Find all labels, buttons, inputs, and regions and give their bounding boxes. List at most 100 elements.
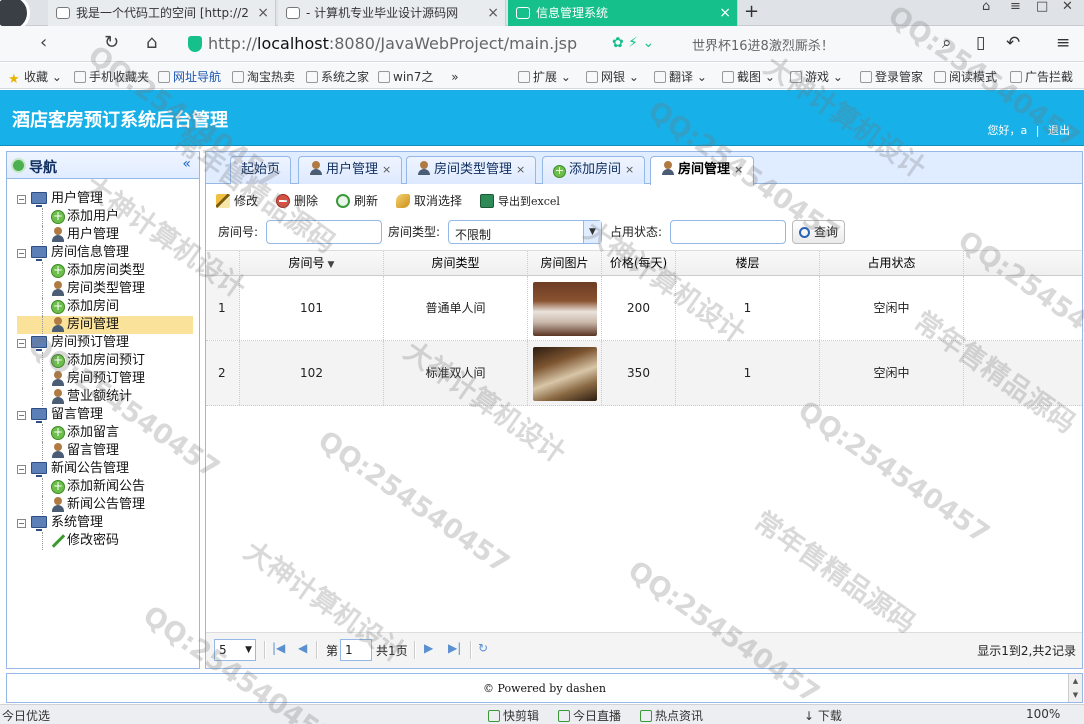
sidebar-item[interactable]: 留言管理 [17, 442, 193, 460]
collapse-toggle-icon[interactable]: − [17, 195, 26, 204]
first-page-icon[interactable]: |◀ [272, 641, 285, 655]
sidebar-item[interactable]: 房间管理 [17, 316, 193, 334]
collapse-toggle-icon[interactable]: − [17, 249, 26, 258]
sidebar-item[interactable]: 修改密码 [17, 532, 193, 550]
search-suggestion[interactable]: 世界杯16进8激烈厮杀！ [692, 35, 834, 54]
page-size-select[interactable]: 5 ▼ [214, 639, 256, 661]
last-page-icon[interactable]: ▶| [448, 641, 461, 655]
query-button[interactable]: 查询 [792, 220, 846, 244]
url-field[interactable]: http://localhost:8080/JavaWebProject/mai… [180, 31, 600, 57]
speed-mode-icon[interactable]: ✿ ⚡ ⌄ [612, 35, 654, 51]
close-tab-icon[interactable]: × [734, 163, 743, 176]
column-header-room-no[interactable]: 房间号 ▼ [240, 251, 384, 276]
nav-group[interactable]: − 房间预订管理 [17, 334, 193, 352]
status-input[interactable] [670, 220, 786, 244]
nav-group[interactable]: − 留言管理 [17, 406, 193, 424]
tool-login[interactable]: 登录管家 [860, 68, 923, 85]
sidebar-item[interactable]: + 添加用户 [17, 208, 193, 226]
sidebar-item[interactable]: 房间预订管理 [17, 370, 193, 388]
status-quick-edit[interactable]: 快剪辑 [488, 707, 539, 724]
tool-bank[interactable]: 网银 ⌄ [586, 68, 639, 85]
browser-tab-2[interactable]: - 计算机专业毕业设计源码网 × [278, 0, 506, 26]
close-window-icon[interactable]: ✕ [1062, 0, 1073, 14]
menu-icon[interactable]: ≡ [1056, 32, 1070, 54]
browser-tab-active[interactable]: 信息管理系统 × [508, 0, 738, 26]
status-live[interactable]: 今日直播 [558, 707, 621, 724]
browser-tab-1[interactable]: 我是一个代码工的空间 [http://2 × [48, 0, 276, 26]
bookmark-win7[interactable]: win7之 » [378, 68, 459, 85]
collapse-icon[interactable]: « [182, 156, 191, 172]
nav-group[interactable]: − 新闻公告管理 [17, 460, 193, 478]
footer-scrollbar[interactable]: ▲ ▼ [1068, 674, 1082, 702]
sidebar-item[interactable]: 房间类型管理 [17, 280, 193, 298]
close-tab-icon[interactable]: × [625, 163, 634, 176]
room-type-select[interactable]: 不限制 ▼ [448, 220, 602, 244]
prev-page-icon[interactable]: ◀ [298, 641, 307, 655]
column-header-floor[interactable]: 楼层 [676, 251, 820, 276]
collapse-toggle-icon[interactable]: − [17, 519, 26, 528]
tool-screenshot[interactable]: 截图 ⌄ [722, 68, 775, 85]
sidebar-item[interactable]: + 添加留言 [17, 424, 193, 442]
nav-group[interactable]: − 房间信息管理 [17, 244, 193, 262]
nav-group[interactable]: − 系统管理 [17, 514, 193, 532]
sidebar-item[interactable]: + 添加房间 [17, 298, 193, 316]
column-header-status[interactable]: 占用状态 [820, 251, 964, 276]
tab-room-type-manage[interactable]: 房间类型管理 × [406, 156, 537, 184]
next-page-icon[interactable]: ▶ [424, 641, 433, 655]
sidebar-item[interactable]: + 添加房间预订 [17, 352, 193, 370]
maximize-icon[interactable]: □ [1036, 0, 1048, 14]
skin-icon[interactable]: ⌂ [982, 0, 990, 14]
bookmark-system[interactable]: 系统之家 [306, 68, 369, 85]
tool-adblock[interactable]: 广告拦截 [1010, 68, 1073, 85]
collapse-toggle-icon[interactable]: − [17, 465, 26, 474]
close-tab-icon[interactable]: × [516, 163, 525, 176]
room-no-input[interactable] [266, 220, 382, 244]
sidebar-item[interactable]: 新闻公告管理 [17, 496, 193, 514]
undo-icon[interactable]: ↶ [1006, 32, 1020, 54]
tool-reader[interactable]: 阅读模式 [934, 68, 997, 85]
close-tab-icon[interactable]: × [382, 163, 391, 176]
table-row[interactable]: 2 102 标准双人间 350 1 空闲中 [206, 341, 1082, 406]
new-tab-button[interactable]: + [744, 0, 759, 24]
bookmark-favorites[interactable]: ★ 收藏 ⌄ [8, 68, 62, 87]
sidebar-item[interactable]: + 添加新闻公告 [17, 478, 193, 496]
status-news[interactable]: 热点资讯 [640, 707, 703, 724]
sidebar-item[interactable]: 营业额统计 [17, 388, 193, 406]
edit-button[interactable]: 修改 [216, 190, 258, 212]
tool-games[interactable]: 游戏 ⌄ [790, 68, 843, 85]
refresh-icon[interactable]: ↻ [478, 641, 488, 655]
sidebar-item[interactable]: + 添加房间类型 [17, 262, 193, 280]
status-zoom[interactable]: 100% [1026, 707, 1060, 721]
search-icon[interactable]: ⌕ [942, 32, 952, 54]
tab-home[interactable]: 起始页 [230, 156, 292, 184]
nav-group[interactable]: − 用户管理 [17, 190, 193, 208]
tab-user-manage[interactable]: 用户管理 × [298, 156, 403, 184]
bookmark-mobile[interactable]: 手机收藏夹 [74, 68, 149, 85]
bookmark-nav[interactable]: 网址导航 [158, 68, 221, 85]
close-tab-icon[interactable]: × [257, 0, 269, 26]
status-download[interactable]: ↓ 下载 [804, 707, 842, 724]
device-icon[interactable]: ▯ [976, 32, 985, 54]
tab-room-manage[interactable]: 房间管理 × [650, 156, 755, 185]
bookmark-taobao[interactable]: 淘宝热卖 [232, 68, 295, 85]
collapse-toggle-icon[interactable]: − [17, 339, 26, 348]
delete-button[interactable]: 删除 [276, 190, 318, 212]
column-header-price[interactable]: 价格(每天) [602, 251, 676, 276]
close-tab-icon[interactable]: × [719, 0, 731, 26]
table-row[interactable]: 1 101 普通单人间 200 1 空闲中 [206, 276, 1082, 341]
close-tab-icon[interactable]: × [487, 0, 499, 26]
tool-extensions[interactable]: 扩展 ⌄ [518, 68, 571, 85]
unselect-button[interactable]: 取消选择 [396, 190, 462, 212]
logout-link[interactable]: 退出 [1048, 124, 1070, 137]
home-icon[interactable]: ⌂ [146, 32, 157, 54]
refresh-button[interactable]: 刷新 [336, 190, 378, 212]
column-header-room-image[interactable]: 房间图片 [528, 251, 602, 276]
tool-translate[interactable]: 翻译 ⌄ [654, 68, 707, 85]
collapse-toggle-icon[interactable]: − [17, 411, 26, 420]
sidebar-item[interactable]: 用户管理 [17, 226, 193, 244]
column-header-room-type[interactable]: 房间类型 [384, 251, 528, 276]
status-promo[interactable]: 今日优选 [2, 707, 50, 724]
tab-add-room[interactable]: + 添加房间 × [542, 156, 646, 184]
reload-icon[interactable]: ↻ [104, 32, 119, 54]
back-icon[interactable]: ‹ [40, 32, 47, 54]
